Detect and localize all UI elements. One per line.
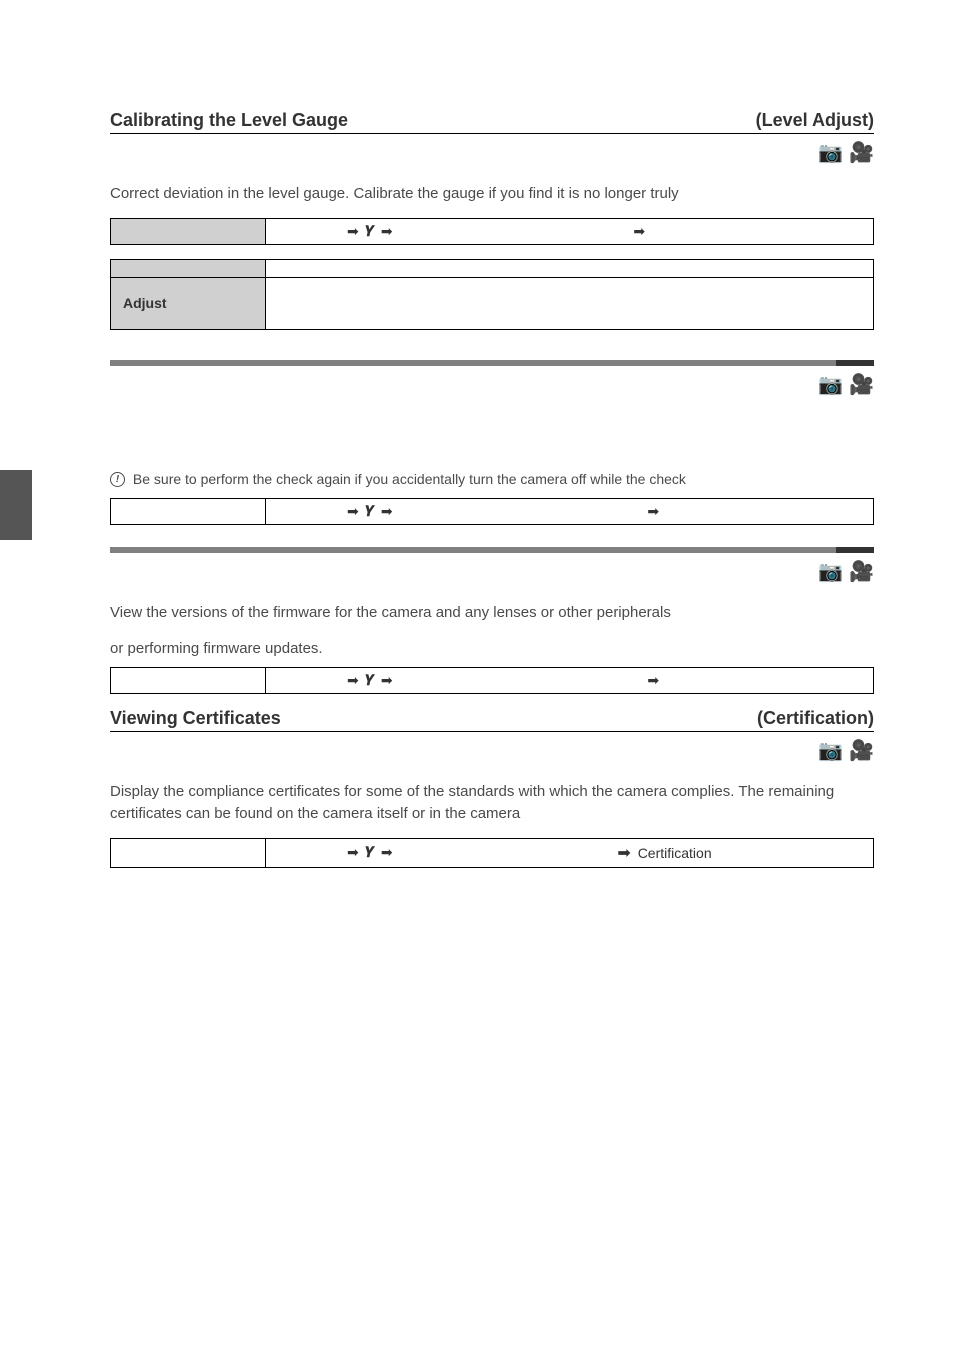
section1-body: Correct deviation in the level gauge. Ca…: [110, 183, 874, 206]
section2-mode-icons: 📷🎥: [110, 372, 874, 397]
nav-end-cell: ➡: [526, 498, 874, 524]
arrow-icon: ➡: [617, 843, 630, 863]
section4-body: Display the compliance certificates for …: [110, 781, 874, 826]
info-icon: !: [110, 472, 125, 487]
section4-title-left: Viewing Certificates: [110, 708, 281, 731]
arrow-icon: ➡: [647, 503, 659, 519]
video-icon: 🎥: [849, 740, 874, 762]
option-header-cell: [111, 259, 266, 277]
section4-title-right: (Certification): [757, 708, 874, 731]
camera-icon: 📷: [818, 374, 843, 396]
wrench-icon: 𝒀: [366, 223, 374, 239]
section3-body-2: or performing firmware updates.: [110, 638, 874, 661]
page-content: Calibrating the Level Gauge (Level Adjus…: [0, 0, 954, 936]
option-adjust-desc: [266, 277, 874, 329]
section1-title-left: Calibrating the Level Gauge: [110, 110, 348, 133]
section2-info: ! Be sure to perform the check again if …: [110, 469, 874, 490]
section2-info-text: Be sure to perform the check again if yo…: [133, 471, 686, 487]
camera-icon: 📷: [818, 142, 843, 164]
camera-icon: 📷: [818, 561, 843, 583]
wrench-icon: 𝒀: [366, 844, 374, 860]
nav-path-cell: ➡ 𝒀 ➡ ➡: [266, 218, 874, 244]
section4-header: Viewing Certificates (Certification): [110, 708, 874, 732]
arrow-icon: ➡: [381, 672, 393, 688]
certification-text: Certification: [638, 845, 712, 861]
section1-option-table: Adjust: [110, 259, 874, 330]
section1-mode-icons: 📷🎥: [110, 140, 874, 165]
wrench-icon: 𝒀: [366, 503, 374, 519]
section2-nav-table: ➡ 𝒀 ➡ ➡: [110, 498, 874, 525]
section4-mode-icons: 📷🎥: [110, 738, 874, 763]
nav-arrows-2: ➡ 𝒀 ➡: [344, 503, 396, 520]
nav-arrows-4: ➡ 𝒀 ➡: [344, 844, 396, 861]
arrow-icon: ➡: [633, 223, 645, 239]
arrow-icon: ➡: [647, 672, 659, 688]
wrench-icon: 𝒀: [366, 672, 374, 688]
nav-path-cell: ➡ 𝒀 ➡: [266, 667, 526, 693]
section2-divider: [110, 360, 874, 366]
nav-arrows-3: ➡ 𝒀 ➡: [344, 672, 396, 689]
arrow-icon: ➡: [381, 503, 393, 519]
option-adjust-label: Adjust: [111, 277, 266, 329]
arrow-icon: ➡: [347, 223, 359, 239]
nav-path-cell: ➡ 𝒀 ➡: [266, 838, 526, 867]
nav-cell: [111, 838, 266, 867]
camera-icon: 📷: [818, 740, 843, 762]
nav-path-cell: ➡ 𝒀 ➡: [266, 498, 526, 524]
arrow-icon: ➡: [347, 672, 359, 688]
video-icon: 🎥: [849, 374, 874, 396]
video-icon: 🎥: [849, 142, 874, 164]
section1-header: Calibrating the Level Gauge (Level Adjus…: [110, 110, 874, 134]
section3-mode-icons: 📷🎥: [110, 559, 874, 584]
nav-end-cell: ➡ Certification: [526, 838, 874, 867]
nav-cell: [111, 218, 266, 244]
arrow-icon: ➡: [381, 223, 393, 239]
section4-nav-table: ➡ 𝒀 ➡ ➡ Certification: [110, 838, 874, 868]
nav-arrows-1: ➡ 𝒀 ➡: [344, 223, 396, 240]
nav-cell: [111, 498, 266, 524]
arrow-icon: ➡: [347, 844, 359, 860]
section1-nav-table: ➡ 𝒀 ➡ ➡: [110, 218, 874, 245]
section1-title-right: (Level Adjust): [756, 110, 874, 133]
arrow-icon: ➡: [347, 503, 359, 519]
section3-divider: [110, 547, 874, 553]
section3-body-1: View the versions of the firmware for th…: [110, 602, 874, 625]
option-header-blank: [266, 259, 874, 277]
page-side-tab: [0, 470, 32, 540]
nav-end-cell: ➡: [526, 667, 874, 693]
video-icon: 🎥: [849, 561, 874, 583]
nav-cell: [111, 667, 266, 693]
arrow-icon: ➡: [381, 844, 393, 860]
section3-nav-table: ➡ 𝒀 ➡ ➡: [110, 667, 874, 694]
